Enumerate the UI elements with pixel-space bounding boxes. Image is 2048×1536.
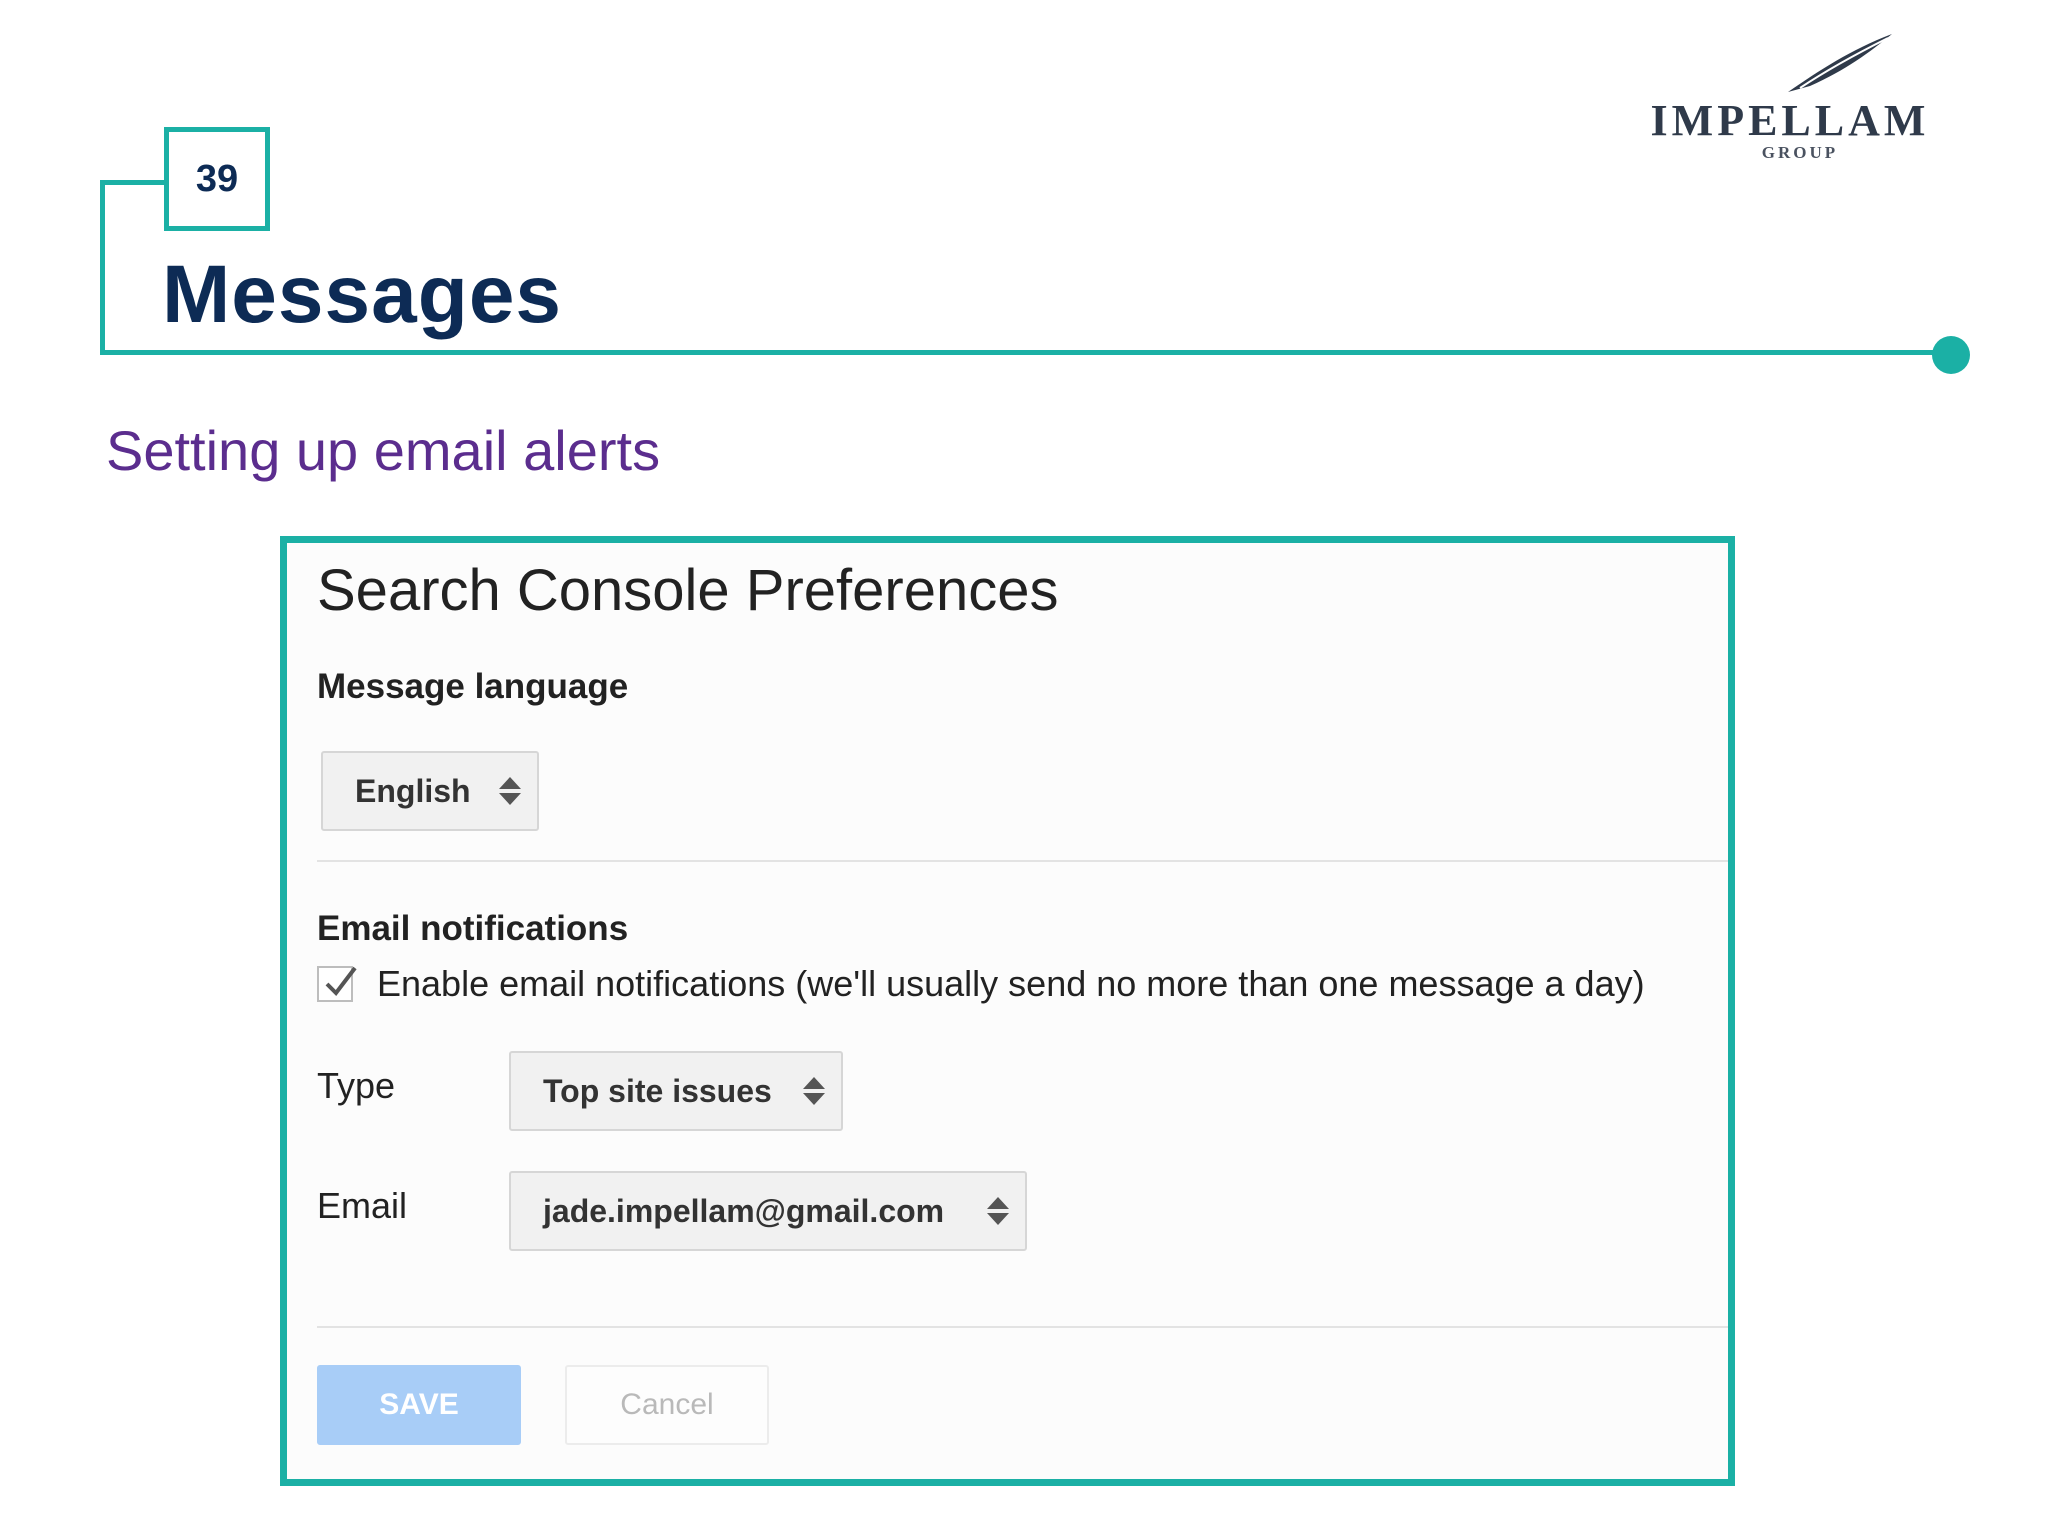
search-console-preferences-panel: Search Console Preferences Message langu… (280, 536, 1735, 1486)
section-divider (317, 1326, 1728, 1328)
enable-notifications-checkbox[interactable] (317, 966, 357, 1002)
enable-notifications-row: Enable email notifications (we'll usuall… (317, 963, 1645, 1005)
logo-subtext: GROUP (1761, 143, 1839, 162)
bracket-top-stub (100, 180, 170, 185)
notification-type-select[interactable]: Top site issues (509, 1051, 843, 1131)
message-language-value: English (355, 772, 471, 809)
select-arrows-icon (987, 1197, 1009, 1225)
enable-notifications-text: Enable email notifications (we'll usuall… (377, 963, 1645, 1004)
slide-subtitle: Setting up email alerts (106, 419, 661, 482)
message-language-label: Message language (317, 667, 629, 706)
bracket-end-dot (1932, 336, 1970, 374)
email-value: jade.impellam@gmail.com (543, 1192, 945, 1229)
select-arrows-icon (803, 1077, 825, 1105)
type-label: Type (317, 1065, 396, 1106)
cancel-button[interactable]: Cancel (565, 1365, 769, 1445)
checkmark-icon (325, 966, 357, 997)
section-divider (317, 860, 1728, 862)
page-title: Messages (162, 249, 563, 340)
bracket-mask (105, 180, 1955, 186)
preferences-title: Search Console Preferences (317, 558, 1059, 623)
logo-wordmark: IMPELLAM (1650, 96, 1930, 145)
notification-type-value: Top site issues (543, 1072, 772, 1109)
page-number: 39 (164, 127, 270, 231)
save-button[interactable]: SAVE (317, 1365, 521, 1445)
feather-quill-icon (1788, 34, 1892, 92)
select-arrows-icon (499, 777, 521, 805)
email-select[interactable]: jade.impellam@gmail.com (509, 1171, 1027, 1251)
message-language-select[interactable]: English (321, 751, 539, 831)
impellam-logo: IMPELLAM GROUP (1620, 30, 1960, 170)
email-notifications-label: Email notifications (317, 909, 629, 948)
email-label: Email (317, 1185, 408, 1226)
